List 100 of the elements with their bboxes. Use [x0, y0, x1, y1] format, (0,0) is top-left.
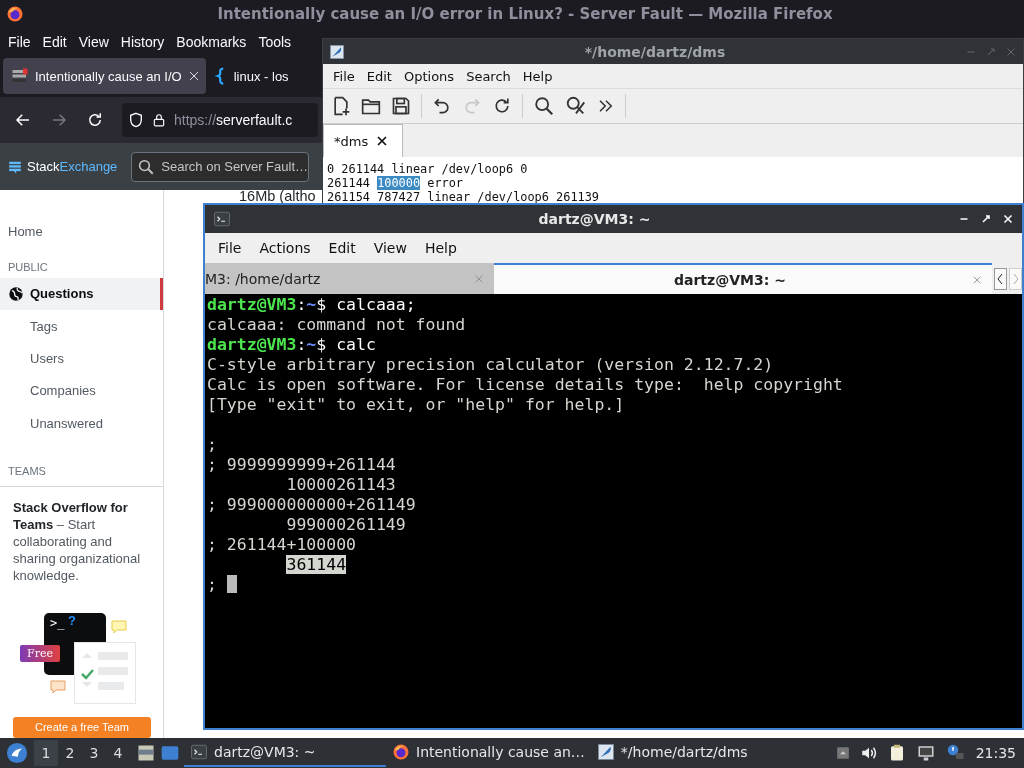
- clock[interactable]: 21:35: [975, 745, 1016, 761]
- menu-item[interactable]: File: [327, 68, 361, 84]
- workspace-button[interactable]: 1: [34, 740, 58, 766]
- workspace-button[interactable]: 4: [106, 740, 130, 766]
- search-icon[interactable]: [533, 95, 555, 117]
- menu-item[interactable]: Search: [460, 68, 517, 84]
- output-line: calcaaa: command not found: [207, 315, 467, 335]
- feather-icon: [596, 743, 615, 761]
- prompt-line: dartz@VM3:~$ calc: [207, 335, 377, 355]
- close-icon: [972, 274, 982, 285]
- output-line: Calc is open software. For license details type: help copyright: [207, 375, 844, 395]
- speech-bubble-icon: [111, 620, 127, 635]
- output-line: ; 261144+100000: [207, 535, 357, 555]
- desktop-icon[interactable]: [160, 743, 180, 763]
- menu-item[interactable]: Bookmarks: [170, 33, 253, 50]
- stackexchange-logo[interactable]: StackExchange: [8, 158, 118, 175]
- file-cabinet-icon[interactable]: [136, 743, 156, 763]
- output-line: C-style arbitrary precision calculator (version 2.12.7.2): [207, 355, 775, 375]
- promo-text: Stack Overflow for Teams – Start collaborating and sharing organizational knowledge.: [13, 500, 141, 584]
- undo-icon[interactable]: [432, 96, 452, 116]
- answer-text: 16Mb (altho: [239, 189, 316, 204]
- menu-item[interactable]: Help: [516, 68, 559, 84]
- taskbar-task[interactable]: */home/dartz/dms: [590, 739, 754, 767]
- terminal-icon: [190, 743, 208, 761]
- notification-icon[interactable]: [945, 744, 966, 762]
- shield-icon: [128, 111, 144, 129]
- menu-item[interactable]: Edit: [360, 68, 398, 84]
- address-bar[interactable]: https://serverfault.c: [122, 103, 318, 137]
- speech-bubble-icon: [50, 680, 66, 695]
- menu-item[interactable]: Edit: [319, 240, 365, 256]
- free-badge: Free: [20, 645, 60, 663]
- menu-item[interactable]: Actions: [250, 240, 320, 256]
- server-rack-icon: [11, 67, 29, 85]
- taskbar-task[interactable]: Intentionally cause an…: [386, 739, 591, 767]
- menu-item[interactable]: View: [72, 33, 115, 50]
- nav-item[interactable]: Questions: [0, 277, 163, 311]
- forward-icon[interactable]: [50, 111, 68, 129]
- tray-expand-icon[interactable]: [835, 744, 850, 762]
- close-icon[interactable]: [1002, 213, 1014, 225]
- menu-item[interactable]: Options: [397, 68, 461, 84]
- close-icon: [376, 135, 389, 147]
- nav-item[interactable]: Tags: [0, 310, 163, 343]
- menu-item[interactable]: File: [2, 33, 37, 50]
- terminal-tab[interactable]: M3: /home/dartz: [205, 263, 494, 294]
- reload-icon[interactable]: [86, 111, 104, 129]
- workspace-button[interactable]: 2: [58, 740, 82, 766]
- section-heading: TEAMS: [7, 464, 47, 480]
- menu-item[interactable]: File: [209, 240, 251, 256]
- lock-icon: [152, 111, 166, 129]
- text-line: 261144 100000 error: [327, 176, 465, 190]
- prompt-line: dartz@VM3:~$ calcaaa;: [207, 295, 417, 315]
- taskbar-task[interactable]: dartz@VM3: ~: [184, 739, 386, 767]
- output-line: 10000261143: [285, 475, 397, 495]
- firefox-logo-icon: [6, 5, 24, 23]
- question-glyph: ?: [68, 613, 76, 629]
- menu-item[interactable]: View: [364, 240, 416, 256]
- search-field[interactable]: Search on Server Fault…: [131, 151, 310, 182]
- more-icon[interactable]: [597, 97, 615, 115]
- menu-item[interactable]: Edit: [36, 33, 73, 50]
- output-line: [Type "exit" to exit, or "help" for help.]: [207, 395, 626, 415]
- browser-tab[interactable]: Intentionally cause an I/O: [3, 58, 206, 94]
- nav-item[interactable]: Unanswered: [0, 407, 163, 440]
- editor-logo-icon: [329, 43, 345, 60]
- save-icon[interactable]: [391, 96, 411, 116]
- window-title: Intentionally cause an I/O error in Linux? - Server Fault — Mozilla Firefox: [216, 5, 834, 23]
- window-title: */home/dartz/dms: [583, 43, 727, 60]
- folder-icon[interactable]: [361, 96, 381, 116]
- globe-icon: [8, 285, 24, 302]
- close-icon: [473, 273, 484, 284]
- menu-item[interactable]: Help: [415, 240, 466, 256]
- section-heading: PUBLIC: [7, 259, 49, 275]
- window-title: dartz@VM3: ~: [537, 211, 652, 227]
- output-line: 999000261149: [285, 515, 407, 535]
- start-menu-icon[interactable]: [6, 742, 28, 764]
- checklist-card: [74, 642, 136, 705]
- new-file-icon[interactable]: [331, 96, 351, 116]
- nav-item[interactable]: Companies: [0, 374, 163, 408]
- text-line: 0 261144 linear /dev/loop6 0: [327, 162, 529, 176]
- output-line: ;: [207, 435, 218, 455]
- find-replace-icon[interactable]: [565, 95, 587, 117]
- terminal-tab[interactable]: dartz@VM3: ~: [493, 263, 992, 294]
- menu-item[interactable]: History: [114, 33, 171, 50]
- close-icon: [187, 70, 200, 82]
- workspace-button[interactable]: 3: [82, 740, 106, 766]
- browser-tab[interactable]: linux - los: [209, 58, 293, 94]
- menu-item[interactable]: Tools: [252, 33, 298, 50]
- output-line: ; 9999999999+261144: [207, 455, 397, 475]
- firefox-logo-icon: [392, 743, 410, 761]
- maximize-icon[interactable]: [980, 213, 992, 225]
- reload-icon[interactable]: [492, 96, 512, 116]
- scroll-left-icon[interactable]: [994, 267, 1007, 290]
- nav-link[interactable]: Home: [0, 224, 163, 249]
- output-line: ; 999000000000+261149: [207, 495, 417, 515]
- editor-tab[interactable]: *dms: [323, 124, 404, 157]
- back-icon[interactable]: [14, 111, 32, 129]
- search-icon: [137, 157, 156, 176]
- terminal-console[interactable]: [205, 294, 1022, 728]
- terminal-logo-icon: [213, 210, 231, 228]
- nav-item[interactable]: Users: [0, 342, 163, 375]
- prompt-glyph: >_: [50, 616, 65, 631]
